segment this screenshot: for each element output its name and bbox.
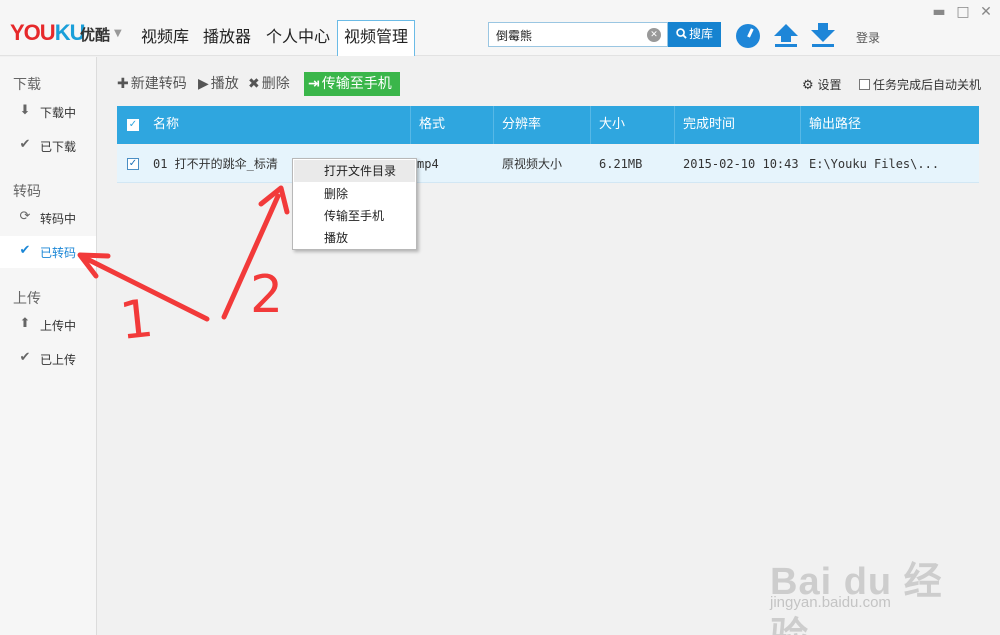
sidebar-item-label: 已转码: [40, 246, 77, 260]
cell-name: 01 打不开的跳伞_标清: [153, 157, 278, 171]
play-icon: ▶: [198, 76, 209, 92]
cell-size: 6.21MB: [599, 157, 643, 171]
tab-video-library[interactable]: 视频库: [140, 22, 190, 54]
cell-resolution: 原视频大小: [502, 157, 563, 171]
column-header-name[interactable]: 名称: [153, 106, 179, 144]
baidu-watermark: Bai du 经验 jingyan.baidu.com: [770, 530, 960, 635]
menu-item-open-folder[interactable]: 打开文件目录: [294, 160, 415, 182]
column-divider[interactable]: [590, 106, 591, 144]
checkbox-box[interactable]: [859, 79, 870, 90]
transfer-icon: ⇥: [308, 76, 320, 92]
annotation-label-1: 1: [117, 289, 156, 352]
column-header-output-path[interactable]: 输出路径: [809, 106, 861, 144]
sidebar-item-label: 已下载: [40, 140, 77, 154]
clear-search-icon[interactable]: ✕: [647, 28, 661, 42]
transfer-to-phone-button[interactable]: ⇥ 传输至手机: [304, 72, 400, 96]
search-button[interactable]: 搜库: [668, 22, 721, 47]
check-icon: ✔: [19, 137, 31, 152]
upload-icon: ⬆: [19, 316, 31, 331]
minimize-icon[interactable]: ▬: [931, 4, 947, 20]
check-icon: ✔: [19, 350, 31, 365]
column-divider[interactable]: [800, 106, 801, 144]
menu-item-delete[interactable]: 删除: [294, 183, 415, 205]
tab-personal-center[interactable]: 个人中心: [265, 22, 331, 54]
column-header-resolution[interactable]: 分辨率: [502, 106, 541, 144]
search-icon: [676, 28, 687, 39]
sidebar-item-uploaded[interactable]: ✔ 已上传: [0, 343, 96, 375]
new-transcode-label: 新建转码: [130, 76, 187, 92]
logo-menu-caret-icon[interactable]: ▼: [114, 28, 122, 39]
sidebar-item-transcoded[interactable]: ✔ 已转码: [0, 236, 96, 268]
select-all-checkbox[interactable]: ✓: [127, 119, 139, 131]
watermark-url: jingyan.baidu.com: [770, 594, 891, 611]
menu-item-play[interactable]: 播放: [294, 227, 415, 249]
sidebar-item-label: 已上传: [40, 353, 77, 367]
settings-label: 设置: [817, 78, 842, 92]
cell-completed-time: 2015-02-10 10:43: [683, 157, 799, 171]
context-menu: 打开文件目录 删除 传输至手机 播放: [292, 158, 417, 250]
history-clock-icon[interactable]: [736, 24, 760, 48]
annotation-arrow-2: [221, 193, 281, 320]
search-input[interactable]: 倒霉熊 ✕: [488, 22, 668, 47]
new-transcode-button[interactable]: ✚ 新建转码: [117, 72, 187, 96]
sidebar-group-upload: 上传: [13, 291, 41, 307]
login-link[interactable]: 登录: [856, 29, 880, 46]
sidebar-item-label: 转码中: [40, 212, 77, 226]
column-divider[interactable]: [493, 106, 494, 144]
sidebar-item-downloading[interactable]: ⬇ 下载中: [0, 96, 96, 128]
watermark-brand: Bai du 经验: [770, 561, 943, 635]
download-arrow-icon[interactable]: [810, 22, 836, 48]
column-header-completed-time[interactable]: 完成时间: [683, 106, 735, 144]
check-icon: ✔: [19, 243, 31, 258]
sidebar-item-downloaded[interactable]: ✔ 已下载: [0, 130, 96, 162]
sidebar-item-uploading[interactable]: ⬆ 上传中: [0, 309, 96, 341]
annotation-arrowhead-2: [258, 185, 290, 215]
column-divider[interactable]: [674, 106, 675, 144]
tab-player[interactable]: 播放器: [202, 22, 252, 54]
play-button[interactable]: ▶ 播放: [198, 72, 239, 96]
column-divider[interactable]: [410, 106, 411, 144]
close-icon[interactable]: ✕: [978, 4, 994, 20]
search-input-value: 倒霉熊: [496, 29, 533, 43]
gear-icon: ⚙: [802, 78, 814, 93]
annotation-label-2: 2: [250, 265, 283, 325]
transcode-icon: ⟳: [19, 209, 31, 224]
sidebar-item-label: 下载中: [40, 106, 77, 120]
settings-button[interactable]: ⚙ 设置: [802, 76, 842, 93]
delete-label: 删除: [261, 76, 290, 92]
cell-output-path: E:\Youku Files\...: [809, 157, 940, 171]
annotation-arrow-1: [82, 255, 210, 322]
transfer-label: 传输至手机: [321, 76, 392, 92]
table-header: ✓ 名称 格式 分辨率 大小 完成时间 输出路径: [117, 106, 979, 144]
cell-format: mp4: [417, 157, 439, 171]
menu-item-transfer-to-phone[interactable]: 传输至手机: [294, 205, 415, 227]
upload-arrow-icon[interactable]: [773, 22, 799, 48]
auto-shutdown-label: 任务完成后自动关机: [873, 78, 982, 92]
sidebar-group-download: 下载: [13, 77, 41, 93]
maximize-icon[interactable]: □: [955, 4, 971, 20]
delete-x-icon: ✖: [248, 76, 260, 92]
download-icon: ⬇: [19, 103, 31, 118]
search-button-label: 搜库: [688, 27, 713, 41]
column-header-size[interactable]: 大小: [599, 106, 625, 144]
table-row[interactable]: ✓ 01 打不开的跳伞_标清 mp4 原视频大小 6.21MB 2015-02-…: [117, 145, 979, 183]
logo-text-you: YOU: [10, 20, 56, 45]
sidebar-group-transcode: 转码: [13, 184, 41, 200]
row-checkbox[interactable]: ✓: [127, 158, 139, 170]
youku-logo[interactable]: YOUKU: [10, 20, 85, 46]
tab-video-management[interactable]: 视频管理: [337, 20, 415, 56]
plus-icon: ✚: [117, 76, 129, 92]
sidebar-item-transcoding[interactable]: ⟳ 转码中: [0, 202, 96, 234]
auto-shutdown-checkbox[interactable]: 任务完成后自动关机: [859, 76, 981, 93]
play-label: 播放: [210, 76, 239, 92]
sidebar-item-label: 上传中: [40, 319, 77, 333]
logo-chinese-text: 优酷: [80, 26, 111, 44]
column-header-format[interactable]: 格式: [419, 106, 445, 144]
delete-button[interactable]: ✖ 删除: [248, 72, 290, 96]
